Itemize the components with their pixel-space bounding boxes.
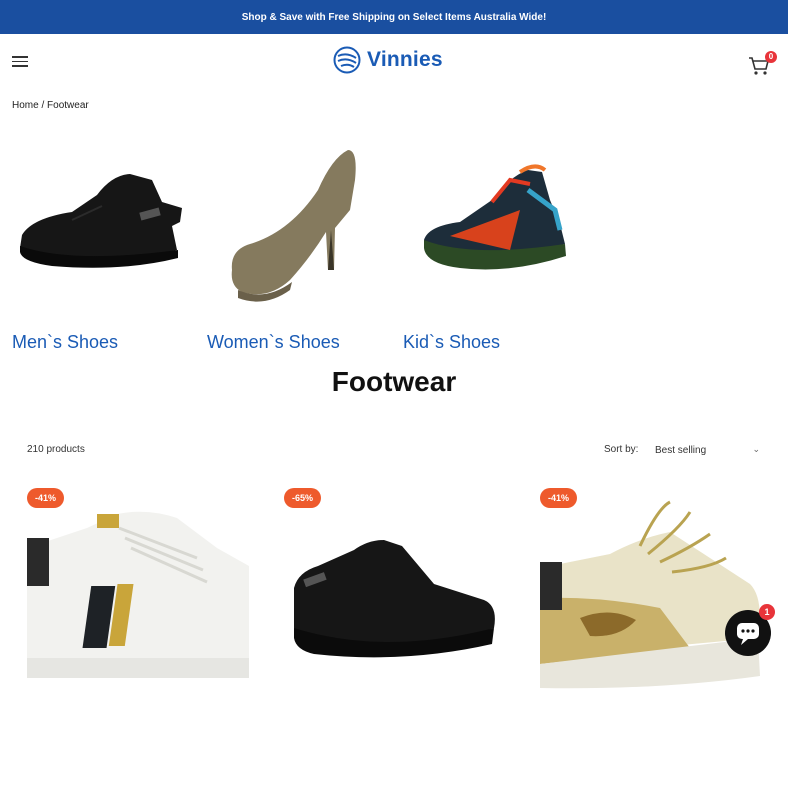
brand-name: Vinnies	[367, 48, 443, 71]
category-link-kids[interactable]: Kid`s Shoes	[403, 332, 500, 353]
hamburger-menu-icon[interactable]	[12, 56, 30, 70]
breadcrumb-separator: /	[41, 100, 45, 111]
cart-button[interactable]: 0	[748, 51, 777, 78]
category-card-kids[interactable]	[410, 140, 585, 310]
product-card[interactable]: -65%	[284, 488, 514, 698]
product-image	[27, 511, 249, 678]
chevron-down-icon: ⌄	[752, 444, 760, 454]
product-card[interactable]: -41%	[27, 488, 257, 698]
discount-badge: -65%	[284, 488, 322, 508]
site-logo[interactable]: Vinnies	[333, 45, 443, 75]
category-card-mens[interactable]	[12, 140, 187, 310]
chat-notification-badge: 1	[759, 604, 775, 620]
breadcrumb-home-link[interactable]: Home	[12, 100, 39, 111]
sort-label: Sort by:	[604, 444, 639, 455]
category-link-womens[interactable]: Women`s Shoes	[207, 332, 340, 353]
category-link-mens[interactable]: Men`s Shoes	[12, 332, 118, 353]
sort-selected-value: Best selling	[655, 444, 707, 456]
product-card[interactable]: -41%	[540, 488, 770, 698]
announcement-text: Shop & Save with Free Shipping on Select…	[241, 11, 547, 23]
breadcrumb-current: Footwear	[47, 100, 89, 111]
announcement-bar: Shop & Save with Free Shipping on Select…	[0, 0, 788, 34]
category-card-womens[interactable]	[210, 140, 385, 310]
vinnies-emblem-icon	[333, 46, 361, 74]
kids-shoe-image	[424, 164, 566, 270]
sort-select[interactable]: Best selling ⌄	[652, 440, 764, 460]
mens-shoe-image	[20, 174, 182, 268]
page-title: Footwear	[331, 366, 457, 397]
site-header: Vinnies 0	[0, 34, 788, 90]
womens-shoe-image	[231, 150, 356, 302]
product-count: 210 products	[27, 444, 85, 455]
discount-badge: -41%	[27, 488, 65, 508]
cart-count-badge: 0	[765, 51, 777, 63]
product-image	[294, 540, 495, 658]
product-image	[540, 500, 760, 689]
breadcrumb: Home / Footwear	[12, 100, 89, 111]
discount-badge: -41%	[540, 488, 578, 508]
